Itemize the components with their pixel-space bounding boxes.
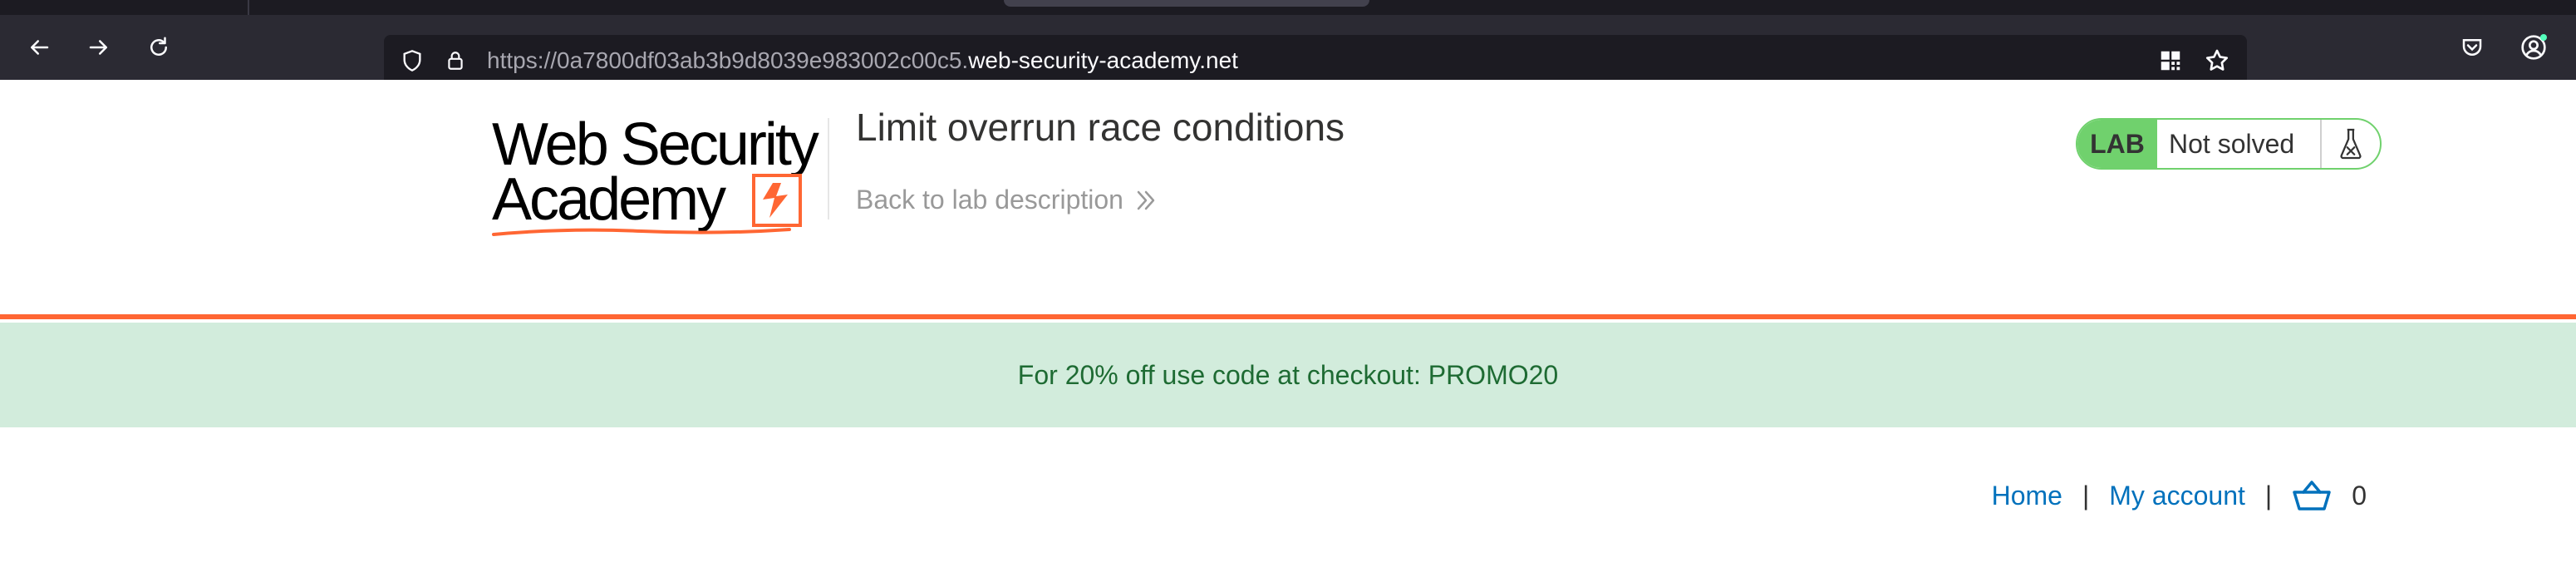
my-account-link[interactable]: My account — [2109, 481, 2245, 511]
reload-icon — [150, 37, 167, 56]
lock-icon[interactable] — [440, 46, 470, 76]
back-button[interactable] — [22, 30, 57, 65]
lab-title: Limit overrun race conditions — [856, 106, 1345, 149]
header-divider — [828, 118, 829, 220]
back-to-lab-description-link[interactable]: Back to lab description — [856, 185, 1157, 215]
browser-toolbar: https://0a7800df03ab3b9d8039e983002c00c5… — [0, 15, 2576, 86]
browser-tab-strip — [0, 0, 2576, 15]
cart-link[interactable]: 0 — [2292, 479, 2367, 512]
back-icon — [31, 40, 49, 55]
nav-separator: | — [2082, 480, 2090, 511]
shield-icon[interactable] — [397, 46, 427, 76]
logo-line-2: Academy — [492, 166, 726, 233]
flask-icon — [2320, 120, 2380, 168]
lab-badge: LAB — [2077, 120, 2157, 168]
address-bar[interactable]: https://0a7800df03ab3b9d8039e983002c00c5… — [384, 35, 2247, 86]
pocket-icon — [2462, 39, 2482, 56]
account-icon — [2521, 34, 2547, 60]
forward-icon — [89, 40, 107, 55]
account-button[interactable] — [2516, 30, 2551, 65]
reload-button[interactable] — [141, 30, 176, 65]
url-prefix: https://0a7800df03ab3b9d8039e983002c00c5… — [487, 47, 969, 73]
nav-separator: | — [2264, 480, 2273, 511]
tab-divider — [248, 0, 249, 15]
basket-icon — [2293, 481, 2331, 511]
url-text[interactable]: https://0a7800df03ab3b9d8039e983002c00c5… — [487, 35, 1238, 86]
active-tab[interactable] — [1004, 0, 1369, 7]
lab-status-text: Not solved — [2169, 128, 2295, 159]
pocket-button[interactable] — [2455, 30, 2490, 65]
chevrons-right-icon — [1137, 190, 1155, 210]
logo-underline — [492, 228, 791, 236]
top-nav: Home | My account | 0 — [1992, 474, 2367, 517]
header-accent-rule — [0, 314, 2576, 319]
cart-count: 0 — [2352, 480, 2367, 511]
lightning-bolt-icon — [752, 174, 802, 227]
lab-status-widget: LAB Not solved — [2076, 118, 2382, 170]
back-link-label: Back to lab description — [856, 185, 1123, 215]
qr-icon[interactable] — [2156, 46, 2185, 76]
forward-button[interactable] — [81, 30, 116, 65]
promo-banner: For 20% off use code at checkout: PROMO2… — [0, 323, 2576, 427]
web-security-academy-logo[interactable]: Web Security Academy — [492, 115, 824, 239]
home-link[interactable]: Home — [1992, 481, 2062, 511]
bookmark-star-icon[interactable] — [2202, 46, 2232, 76]
promo-text: For 20% off use code at checkout: PROMO2… — [1017, 359, 1559, 390]
url-domain: web-security-academy.net — [968, 47, 1238, 73]
